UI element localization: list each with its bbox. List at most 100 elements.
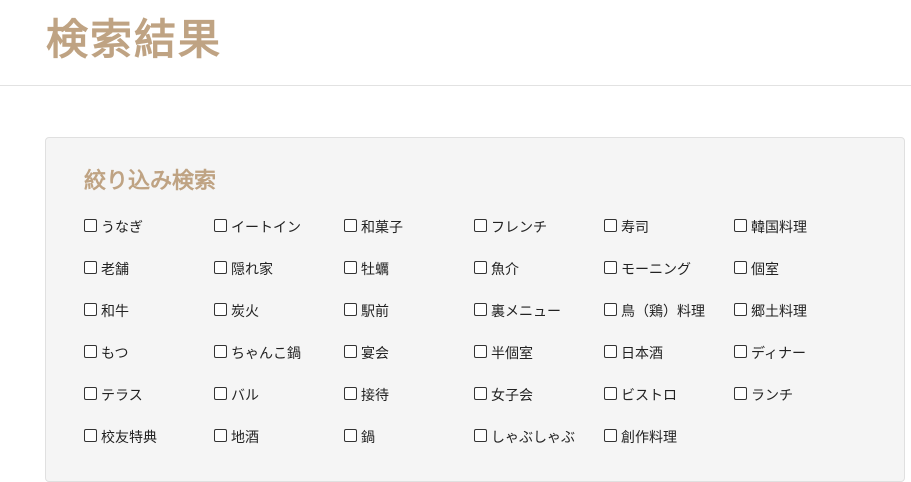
filter-option[interactable]: 郷土料理 bbox=[734, 300, 807, 322]
filter-option-checkbox[interactable] bbox=[214, 345, 227, 358]
filter-option-label: うなぎ bbox=[101, 220, 143, 236]
filter-option[interactable]: 地酒 bbox=[214, 426, 259, 448]
filter-option-label: 炭火 bbox=[231, 304, 259, 320]
filter-option-checkbox[interactable] bbox=[734, 345, 747, 358]
filter-option-checkbox[interactable] bbox=[214, 261, 227, 274]
filter-option[interactable]: 鳥（鶏）料理 bbox=[604, 300, 705, 322]
filter-option[interactable]: 寿司 bbox=[604, 216, 649, 238]
filter-option-label: 鳥（鶏）料理 bbox=[621, 304, 705, 320]
filter-option-checkbox[interactable] bbox=[604, 345, 617, 358]
filter-option[interactable]: 創作料理 bbox=[604, 426, 677, 448]
filter-option-checkbox[interactable] bbox=[604, 219, 617, 232]
filter-option[interactable]: 駅前 bbox=[344, 300, 389, 322]
filter-option-checkbox[interactable] bbox=[604, 387, 617, 400]
filter-option[interactable]: 牡蠣 bbox=[344, 258, 389, 280]
filter-option[interactable]: 半個室 bbox=[474, 342, 533, 364]
filter-option[interactable]: ちゃんこ鍋 bbox=[214, 342, 301, 364]
filter-option-checkbox[interactable] bbox=[474, 219, 487, 232]
filter-option-checkbox[interactable] bbox=[344, 219, 357, 232]
filter-option-checkbox[interactable] bbox=[84, 261, 97, 274]
filter-option-checkbox[interactable] bbox=[84, 429, 97, 442]
filter-title: 絞り込み検索 bbox=[84, 168, 217, 194]
filter-option-label: 半個室 bbox=[491, 346, 533, 362]
filter-option-checkbox[interactable] bbox=[734, 219, 747, 232]
filter-option-label: フレンチ bbox=[491, 220, 547, 236]
filter-option-checkbox[interactable] bbox=[604, 261, 617, 274]
filter-option[interactable]: モーニング bbox=[604, 258, 691, 280]
filter-option-label: ディナー bbox=[751, 346, 807, 362]
filter-option[interactable]: しゃぶしゃぶ bbox=[474, 426, 575, 448]
filter-option[interactable]: フレンチ bbox=[474, 216, 547, 238]
filter-option-label: 鍋 bbox=[361, 430, 375, 446]
filter-option-checkbox[interactable] bbox=[734, 303, 747, 316]
filter-option[interactable]: うなぎ bbox=[84, 216, 143, 238]
page-header: 検索結果 bbox=[0, 0, 911, 86]
filter-option-label: テラス bbox=[101, 388, 143, 404]
filter-option-checkbox[interactable] bbox=[604, 303, 617, 316]
filter-option-label: 裏メニュー bbox=[491, 304, 561, 320]
filter-option-label: 和牛 bbox=[101, 304, 129, 320]
filter-option[interactable]: バル bbox=[214, 384, 259, 406]
filter-option-label: 郷土料理 bbox=[751, 304, 807, 320]
filter-option[interactable]: 和牛 bbox=[84, 300, 129, 322]
filter-option-checkbox[interactable] bbox=[604, 429, 617, 442]
filter-option-checkbox[interactable] bbox=[474, 261, 487, 274]
filter-option-checkbox[interactable] bbox=[344, 261, 357, 274]
filter-option[interactable]: 接待 bbox=[344, 384, 389, 406]
filter-option[interactable]: 魚介 bbox=[474, 258, 519, 280]
filter-option-checkbox[interactable] bbox=[84, 303, 97, 316]
filter-option[interactable]: 和菓子 bbox=[344, 216, 403, 238]
filter-option-label: 牡蠣 bbox=[361, 262, 389, 278]
filter-option-checkbox[interactable] bbox=[84, 219, 97, 232]
filter-option-label: 接待 bbox=[361, 388, 389, 404]
filter-option-checkbox[interactable] bbox=[84, 345, 97, 358]
filter-option-label: 隠れ家 bbox=[231, 262, 273, 278]
filter-option[interactable]: もつ bbox=[84, 342, 128, 364]
filter-option-label: モーニング bbox=[621, 262, 691, 278]
filter-option[interactable]: 韓国料理 bbox=[734, 216, 807, 238]
filter-option-checkbox[interactable] bbox=[344, 429, 357, 442]
filter-option-label: 駅前 bbox=[361, 304, 389, 320]
filter-option[interactable]: 鍋 bbox=[344, 426, 375, 448]
filter-option-label: 和菓子 bbox=[361, 220, 403, 236]
filter-option-label: しゃぶしゃぶ bbox=[491, 430, 575, 446]
filter-option[interactable]: 炭火 bbox=[214, 300, 259, 322]
filter-option[interactable]: ディナー bbox=[734, 342, 806, 364]
filter-option[interactable]: 個室 bbox=[734, 258, 779, 280]
filter-panel: 絞り込み検索 うなぎ イートイン 和菓子 フレンチ 寿司 韓国料理老舗 隠れ家 牡蠣 魚介 モーニ… bbox=[45, 137, 905, 482]
filter-option[interactable]: イートイン bbox=[214, 216, 301, 238]
filter-option-checkbox[interactable] bbox=[474, 387, 487, 400]
filter-option-checkbox[interactable] bbox=[344, 387, 357, 400]
filter-option-checkbox[interactable] bbox=[344, 345, 357, 358]
filter-option[interactable]: テラス bbox=[84, 384, 143, 406]
filter-option-checkbox[interactable] bbox=[734, 261, 747, 274]
filter-option-label: 魚介 bbox=[491, 262, 519, 278]
filter-option-label: ちゃんこ鍋 bbox=[231, 346, 301, 362]
filter-option-checkbox[interactable] bbox=[474, 345, 487, 358]
filter-option-label: もつ bbox=[101, 346, 129, 362]
filter-option[interactable]: 老舗 bbox=[84, 258, 129, 280]
filter-option-label: 地酒 bbox=[231, 430, 259, 446]
filter-option-checkbox[interactable] bbox=[214, 387, 227, 400]
filter-option-label: 日本酒 bbox=[621, 346, 663, 362]
filter-option-checkbox[interactable] bbox=[214, 219, 227, 232]
filter-option[interactable]: 女子会 bbox=[474, 384, 533, 406]
filter-option-checkbox[interactable] bbox=[734, 387, 747, 400]
filter-option[interactable]: ランチ bbox=[734, 384, 793, 406]
filter-option-checkbox[interactable] bbox=[214, 429, 227, 442]
filter-option[interactable]: 日本酒 bbox=[604, 342, 663, 364]
filter-option-label: イートイン bbox=[231, 220, 301, 236]
filter-option[interactable]: 裏メニュー bbox=[474, 300, 561, 322]
filter-option[interactable]: 隠れ家 bbox=[214, 258, 273, 280]
filter-option-checkbox[interactable] bbox=[474, 429, 487, 442]
filter-option[interactable]: 校友特典 bbox=[84, 426, 157, 448]
filter-option-label: バル bbox=[231, 388, 259, 404]
filter-option-label: ビストロ bbox=[621, 388, 677, 404]
filter-option-label: 韓国料理 bbox=[751, 220, 807, 236]
filter-option-checkbox[interactable] bbox=[344, 303, 357, 316]
filter-option-checkbox[interactable] bbox=[214, 303, 227, 316]
filter-option[interactable]: ビストロ bbox=[604, 384, 677, 406]
filter-option-checkbox[interactable] bbox=[84, 387, 97, 400]
filter-option[interactable]: 宴会 bbox=[344, 342, 389, 364]
filter-option-checkbox[interactable] bbox=[474, 303, 487, 316]
